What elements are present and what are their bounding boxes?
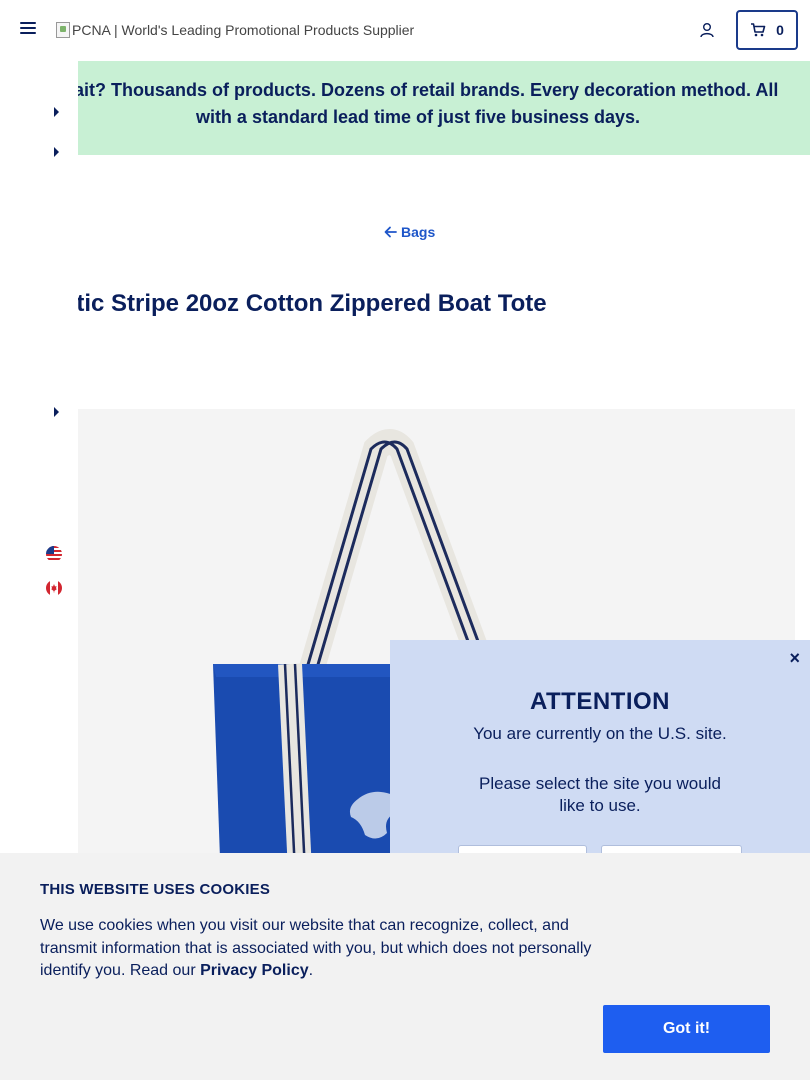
cookie-body-end: .: [308, 962, 314, 979]
site-header: PCNA | World's Leading Promotional Produ…: [0, 0, 810, 61]
product-title-wrap: Nautic Stripe 20oz Cotton Zippered Boat …: [78, 290, 798, 324]
modal-select-site-text: Please select the site you would like to…: [479, 774, 721, 815]
modal-heading: ATTENTION: [529, 688, 671, 715]
site-logo[interactable]: PCNA | World's Leading Promotional Produ…: [56, 21, 414, 39]
caret-right-icon[interactable]: [54, 407, 59, 417]
breadcrumb-back-link[interactable]: Bags: [384, 224, 435, 240]
cart-count: 0: [776, 22, 784, 38]
user-icon[interactable]: [699, 22, 715, 38]
menu-icon[interactable]: [20, 22, 36, 38]
product-title: Nautic Stripe 20oz Cotton Zippered Boat …: [78, 290, 547, 317]
promo-banner-text: Wait? Thousands of products. Dozens of r…: [78, 80, 779, 127]
modal-current-site-text: You are currently on the U.S. site.: [473, 724, 727, 743]
cookie-body: We use cookies when you visit our websit…: [40, 915, 600, 983]
cookie-body-text: We use cookies when you visit our websit…: [40, 917, 592, 979]
logo-alt-text: PCNA | World's Leading Promotional Produ…: [72, 22, 415, 38]
breadcrumb-label: Bags: [401, 224, 436, 240]
cart-button[interactable]: 0: [736, 10, 798, 50]
cookie-banner: THIS WEBSITE USES COOKIES We use cookies…: [0, 853, 810, 1080]
promo-banner: Wait? Thousands of products. Dozens of r…: [78, 61, 810, 155]
arrow-left-icon: [384, 226, 397, 238]
canada-flag-icon[interactable]: [46, 580, 62, 596]
caret-right-icon[interactable]: [54, 147, 59, 157]
cart-icon: [751, 23, 766, 37]
privacy-policy-link[interactable]: Privacy Policy: [200, 962, 309, 979]
caret-right-icon[interactable]: [54, 107, 59, 117]
broken-image-icon: [56, 22, 70, 38]
cookie-heading: THIS WEBSITE USES COOKIES: [40, 881, 271, 898]
page: PCNA | World's Leading Promotional Produ…: [0, 0, 810, 1080]
us-flag-icon[interactable]: [46, 546, 62, 562]
accept-cookies-button[interactable]: Got it!: [603, 1005, 770, 1053]
close-icon[interactable]: ×: [789, 648, 800, 669]
